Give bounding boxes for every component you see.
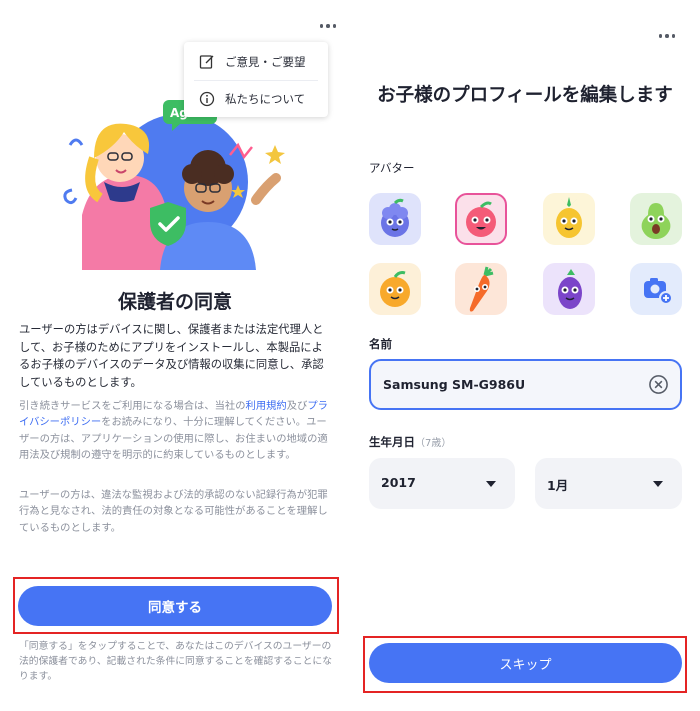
options-menu: ご意見・ご要望 私たちについて: [184, 42, 328, 117]
skip-button[interactable]: スキップ: [369, 643, 682, 683]
birth-month-select[interactable]: 1月: [535, 458, 682, 509]
age-note: （7歳）: [415, 438, 452, 449]
info-icon: [199, 91, 215, 107]
menu-item-label: ご意見・ご要望: [225, 55, 306, 69]
apple-avatar[interactable]: [455, 193, 507, 245]
edit-child-profile-screen: お子様のプロフィールを編集します アバター 名前 Samsung SM-G986…: [350, 0, 700, 711]
name-field-label: 名前: [369, 337, 392, 351]
pear-avatar[interactable]: [630, 193, 682, 245]
page-title: お子様のプロフィールを編集します: [377, 85, 673, 106]
legal-warning-paragraph: ユーザーの方は、違法な監視および法的承認のない記録行為が犯罪行為と見なされ、法的…: [19, 489, 328, 534]
eggplant-avatar[interactable]: [543, 263, 595, 315]
birthdate-label-text: 生年月日: [369, 435, 415, 449]
grape-icon: [381, 198, 409, 237]
orange-avatar[interactable]: [369, 263, 421, 315]
grape-avatar[interactable]: [369, 193, 421, 245]
carrot-icon: [469, 266, 494, 312]
menu-item-label: 私たちについて: [225, 92, 306, 106]
camera-add-avatar[interactable]: [630, 263, 682, 315]
terms-paragraph: 引き続きサービスをご利用になる場合は、当社の利用規約及びプライバシーポリシーをお…: [19, 398, 332, 464]
terms-text: 及び: [286, 400, 308, 412]
apple-icon: [466, 201, 496, 237]
pineapple-icon: [556, 197, 582, 238]
page-title: 保護者の同意: [117, 291, 232, 313]
clear-icon[interactable]: [648, 374, 669, 395]
birth-year-select[interactable]: 2017: [369, 458, 515, 509]
birth-year-value: 2017: [381, 475, 416, 490]
terms-of-use-link[interactable]: 利用規約: [246, 400, 287, 412]
camera-add-icon: [644, 278, 673, 305]
child-name-input[interactable]: [383, 361, 643, 408]
parental-consent-screen: ご意見・ご要望 私たちについて Agree: [0, 0, 350, 711]
pear-icon: [641, 203, 671, 239]
menu-item-about[interactable]: 私たちについて: [184, 81, 328, 117]
consent-statement: ユーザーの方はデバイスに関し、保護者または法定代理人として、お子様のためにアプリ…: [19, 323, 324, 389]
parents-illustration: Agree: [63, 100, 285, 270]
avatar-section-label: アバター: [369, 161, 415, 175]
birth-month-value: 1月: [547, 478, 569, 493]
caret-down-icon: [653, 481, 663, 487]
more-options-icon[interactable]: [314, 16, 342, 36]
child-name-field[interactable]: [369, 359, 682, 410]
edit-icon: [199, 55, 214, 69]
carrot-avatar[interactable]: [455, 263, 507, 315]
orange-icon: [380, 271, 410, 307]
caret-down-icon: [486, 481, 496, 487]
birthdate-label: 生年月日（7歳）: [369, 434, 451, 450]
eggplant-icon: [558, 269, 582, 309]
more-options-icon[interactable]: [653, 26, 681, 46]
agree-button[interactable]: 同意する: [18, 586, 332, 626]
menu-item-feedback[interactable]: ご意見・ご要望: [184, 44, 328, 80]
agreement-fine-print: 「同意する」をタップすることで、あなたはこのデバイスのユーザーの法的保護者であり…: [19, 641, 333, 682]
terms-text: 引き続きサービスをご利用になる場合は、当社の: [19, 400, 246, 412]
pineapple-avatar[interactable]: [543, 193, 595, 245]
